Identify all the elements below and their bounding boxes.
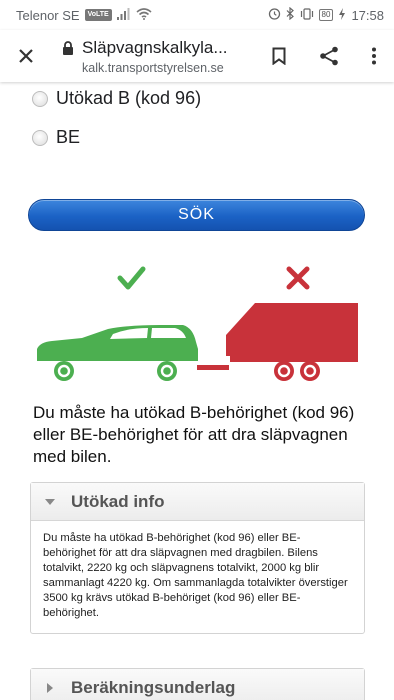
carrier-name: Telenor SE	[16, 7, 80, 23]
page-title: Släpvagnskalkyla...	[82, 37, 228, 57]
search-button[interactable]: SÖK	[28, 199, 365, 231]
cross-icon	[286, 266, 310, 290]
url-text: kalk.transportstyrelsen.se	[82, 60, 224, 75]
check-icon	[117, 266, 146, 290]
overflow-menu-button[interactable]	[354, 30, 394, 82]
car-trailer-illustration	[37, 266, 358, 381]
share-button[interactable]	[304, 30, 354, 82]
volte-badge: VoLTE	[84, 9, 112, 21]
option-label: Utökad B (kod 96)	[56, 88, 202, 108]
address-bar[interactable]: Släpvagnskalkyla... kalk.transportstyrel…	[52, 38, 254, 75]
alarm-icon	[268, 7, 281, 23]
battery-icon: 80	[318, 9, 334, 21]
option-label: BE	[56, 127, 81, 147]
bookmark-button[interactable]	[254, 30, 304, 82]
chevron-right-icon	[43, 681, 57, 695]
chevron-down-icon	[43, 495, 57, 509]
signal-icon	[116, 7, 131, 23]
charging-icon	[338, 7, 346, 23]
wifi-icon	[136, 7, 152, 23]
bookmark-icon	[272, 47, 286, 65]
accordion-title: Beräkningsunderlag	[71, 678, 236, 697]
vibrate-icon	[300, 7, 314, 23]
accordion-title: Utökad info	[71, 491, 165, 511]
accordion-body: Du måste ha utökad B-behörighet (kod 96)…	[43, 532, 348, 619]
trailer-icon	[226, 303, 358, 381]
close-icon	[19, 49, 33, 63]
car-icon	[37, 325, 198, 381]
accordion-header-berakningsunderlag[interactable]: Beräkningsunderlag	[31, 669, 364, 700]
share-icon	[320, 46, 338, 66]
lock-icon	[63, 40, 73, 55]
status-bar: Telenor SE VoLTE 80 17:58	[0, 0, 394, 30]
radio-utokad-b[interactable]	[32, 90, 48, 107]
close-tab-button[interactable]	[0, 30, 52, 82]
tow-bar	[197, 365, 229, 370]
browser-toolbar: Släpvagnskalkyla... kalk.transportstyrel…	[0, 30, 394, 82]
radio-be[interactable]	[32, 129, 48, 146]
accordion-berakningsunderlag: Beräkningsunderlag	[30, 668, 365, 700]
bluetooth-icon	[286, 6, 295, 23]
clock-time: 17:58	[351, 7, 384, 23]
accordion-header-utokad-info[interactable]: Utökad info	[31, 483, 364, 521]
option-be[interactable]: BE	[32, 127, 80, 148]
option-utokad-b[interactable]: Utökad B (kod 96)	[32, 88, 201, 109]
result-message: Du måste ha utökad B-behörighet (kod 96)…	[33, 403, 355, 466]
accordion-utokad-info: Utökad info Du måste ha utökad B-behörig…	[30, 482, 365, 634]
more-vert-icon	[372, 47, 376, 65]
